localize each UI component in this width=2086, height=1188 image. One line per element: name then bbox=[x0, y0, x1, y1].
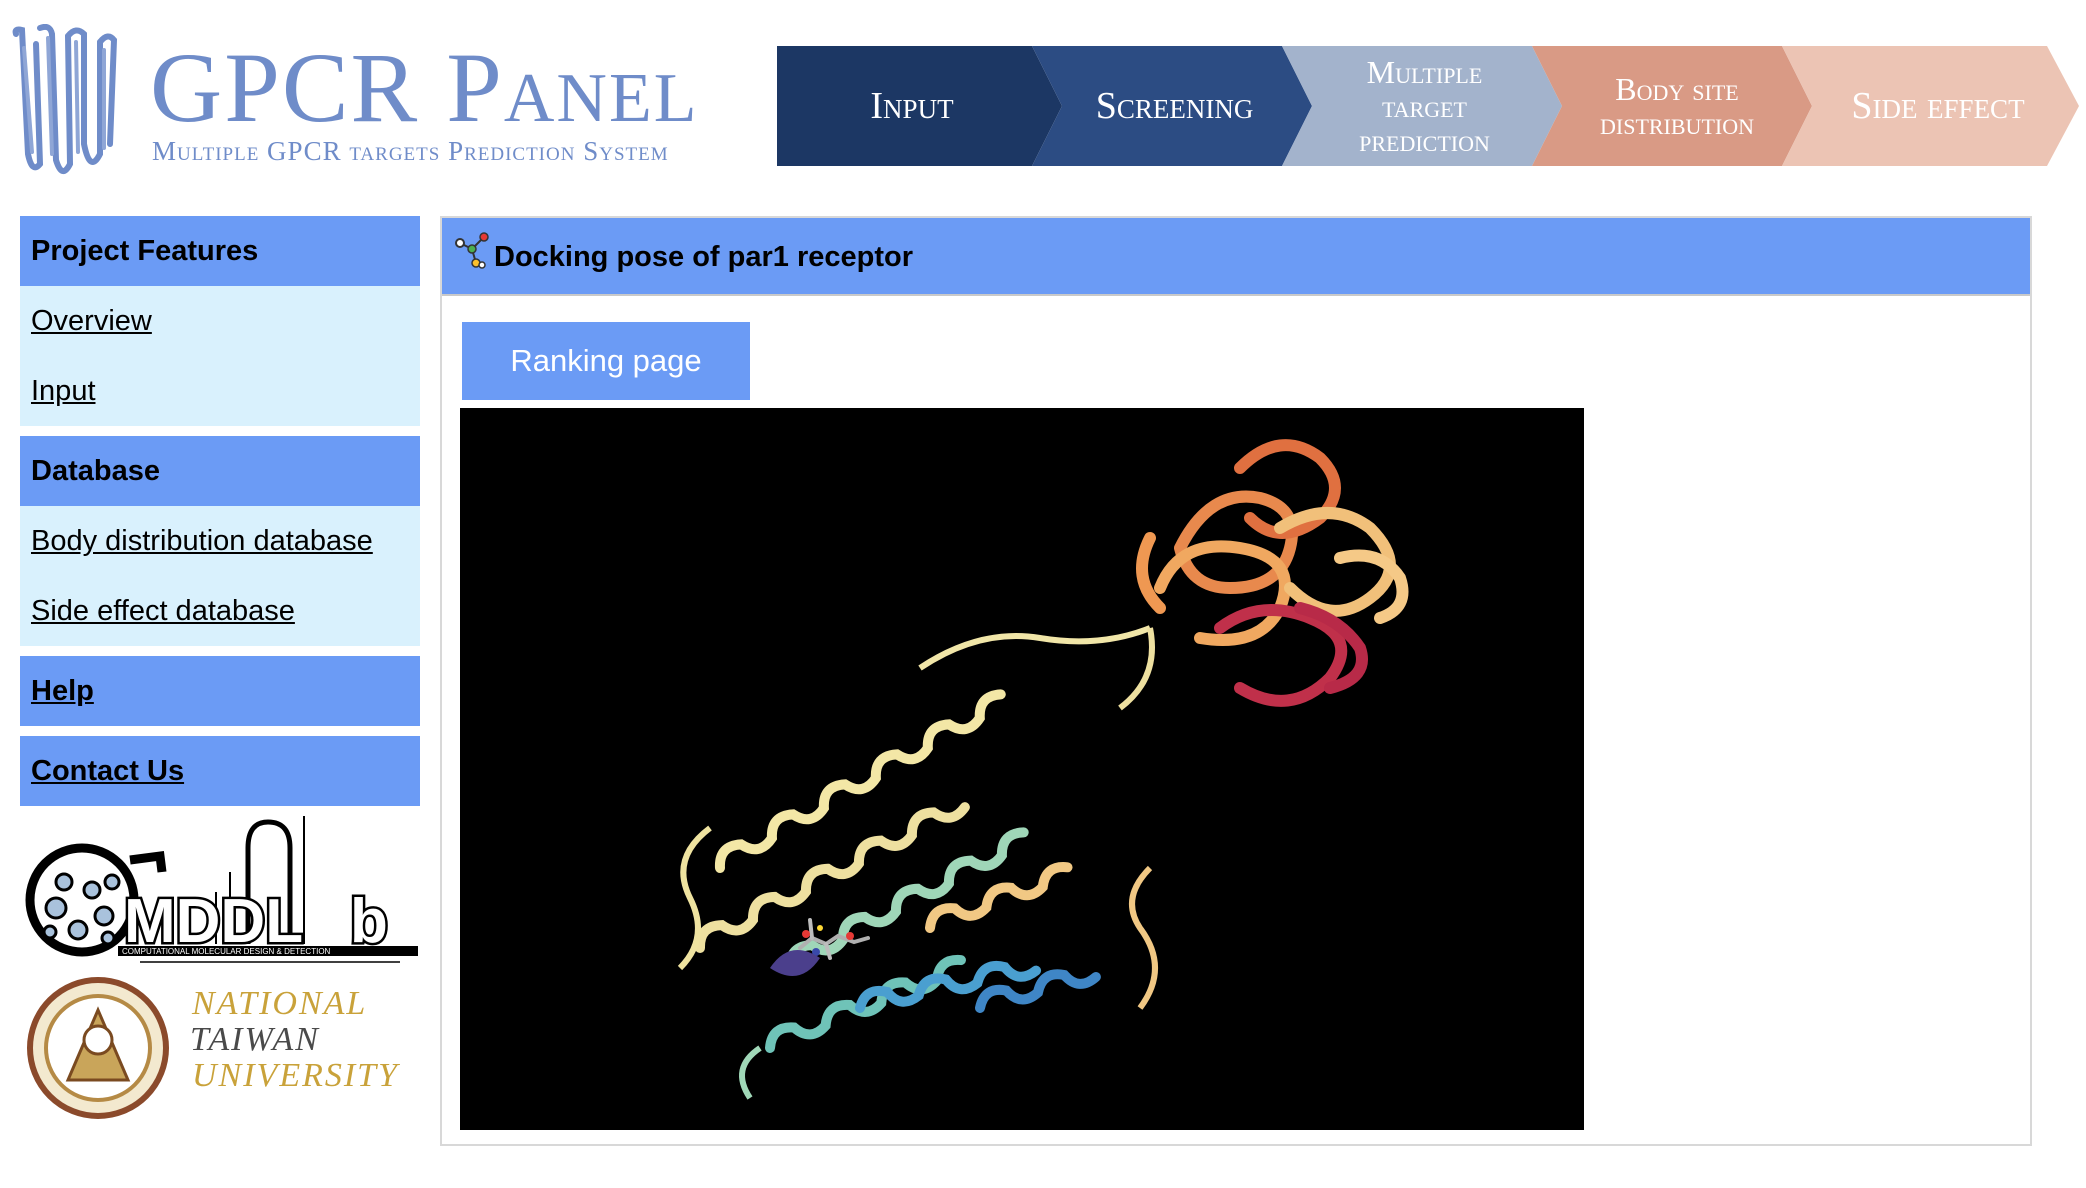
sidebar-link-help[interactable]: Help bbox=[31, 675, 94, 708]
protein-ribbon-image bbox=[677, 439, 1409, 1100]
workflow-steps: Input Screening Multiple target predicti… bbox=[777, 46, 2079, 166]
sidebar-heading-database: Database bbox=[20, 436, 420, 506]
molecule-icon bbox=[455, 232, 489, 269]
step-body-site-distribution[interactable]: Body site distribution bbox=[1547, 46, 1807, 166]
mddlab-logo-subtext: COMPUTATIONAL MOLECULAR DESIGN & DETECTI… bbox=[122, 947, 331, 956]
step-side-effect[interactable]: Side effect bbox=[1807, 46, 2069, 166]
sidebar: Project Features Overview Input Database… bbox=[20, 216, 420, 806]
sidebar-link-side-effect-database[interactable]: Side effect database bbox=[20, 576, 420, 646]
app-title: GPCR Panel bbox=[150, 32, 699, 143]
gpcr-receptor-logo-icon bbox=[12, 24, 118, 174]
sidebar-link-overview[interactable]: Overview bbox=[20, 286, 420, 356]
panel-header: Docking pose of par1 receptor bbox=[442, 218, 2030, 296]
sidebar-item-contact: Contact Us bbox=[20, 736, 420, 806]
ntu-logo-line-2: TAIWAN bbox=[190, 1021, 320, 1058]
ntu-logo-line-1: NATIONAL bbox=[191, 985, 367, 1022]
ntu-logo-line-3: UNIVERSITY bbox=[192, 1057, 400, 1094]
page-title: Docking pose of par1 receptor bbox=[494, 241, 913, 273]
sidebar-item-help: Help bbox=[20, 656, 420, 726]
protein-structure-viewer[interactable] bbox=[460, 408, 1584, 1130]
sidebar-link-input[interactable]: Input bbox=[20, 356, 420, 426]
project-features-links: Overview Input bbox=[20, 286, 420, 426]
sidebar-link-contact-us[interactable]: Contact Us bbox=[31, 755, 184, 788]
main-panel: Docking pose of par1 receptor Ranking pa… bbox=[440, 216, 2032, 1146]
sidebar-heading-project-features: Project Features bbox=[20, 216, 420, 286]
ntu-logo: NATIONAL TAIWAN UNIVERSITY bbox=[27, 977, 400, 1119]
mddlab-logo: MDDL b COMPUTATIONAL MOLECULAR DESIGN & … bbox=[25, 816, 418, 963]
app-subtitle: Multiple GPCR targets Prediction System bbox=[152, 136, 669, 166]
step-input[interactable]: Input bbox=[777, 46, 1047, 166]
ranking-page-button[interactable]: Ranking page bbox=[462, 322, 750, 400]
mddlab-logo-text: MDDL bbox=[124, 887, 303, 956]
database-links: Body distribution database Side effect d… bbox=[20, 506, 420, 646]
sidebar-link-body-distribution-database[interactable]: Body distribution database bbox=[20, 506, 420, 576]
step-screening[interactable]: Screening bbox=[1047, 46, 1302, 166]
mddlab-logo-text-b: b bbox=[350, 887, 388, 956]
step-multiple-target-prediction[interactable]: Multiple target prediction bbox=[1297, 46, 1552, 166]
